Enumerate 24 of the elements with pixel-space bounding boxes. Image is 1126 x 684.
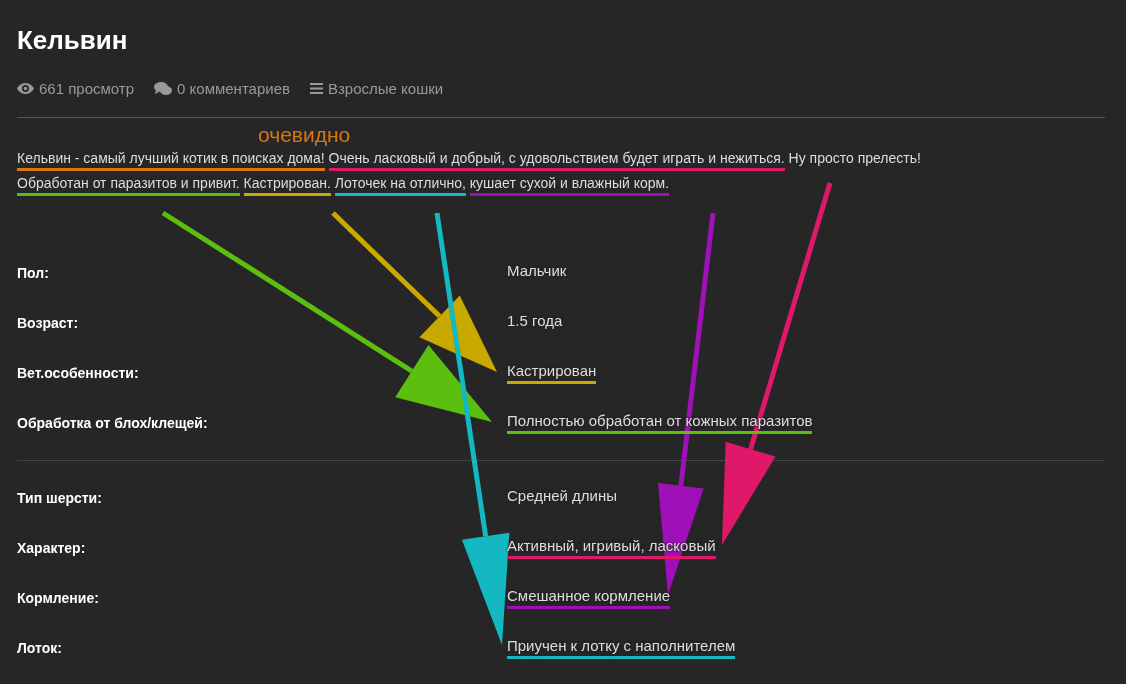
field-value: Смешанное кормление <box>507 587 671 609</box>
field-label: Вет.особенности: <box>17 365 140 381</box>
meta-text: 0 комментариев <box>177 80 290 97</box>
field-label: Пол: <box>17 265 50 281</box>
field-label: Тип шерсти: <box>17 490 103 506</box>
field-label: Возраст: <box>17 315 80 331</box>
field-value: 1.5 года <box>507 312 563 331</box>
page-title: Кельвин <box>17 24 129 57</box>
description-text: Обработан от паразитов и привит. Кастрирован. Лоточек на отлично, кушает сухой и влажный корм. <box>17 171 1109 196</box>
field-label: Кормление: <box>17 590 100 606</box>
field-value: Кастрирован <box>507 362 597 384</box>
field-label: Лоток: <box>17 640 63 656</box>
meta-text: 661 просмотр <box>39 80 135 97</box>
description-text: Кельвин - самый лучший котик в поисках дома! Очень ласковый и добрый, с удовольствием будет играть и нежиться. Ну просто прелесть! <box>17 146 1109 171</box>
category-link[interactable]: Взрослые кошки <box>327 80 444 97</box>
field-value: Мальчик <box>507 262 567 281</box>
field-value: Средней длины <box>507 487 618 506</box>
field-value: Приучен к лотку с наполнителем <box>507 637 736 659</box>
field-label: Обработка от блох/клещей: <box>17 415 209 431</box>
eye-icon <box>17 83 34 94</box>
list-icon <box>309 83 323 94</box>
annotation-label: очевидно <box>258 124 352 146</box>
field-label: Характер: <box>17 540 87 556</box>
speech-bubbles-icon <box>154 81 173 96</box>
